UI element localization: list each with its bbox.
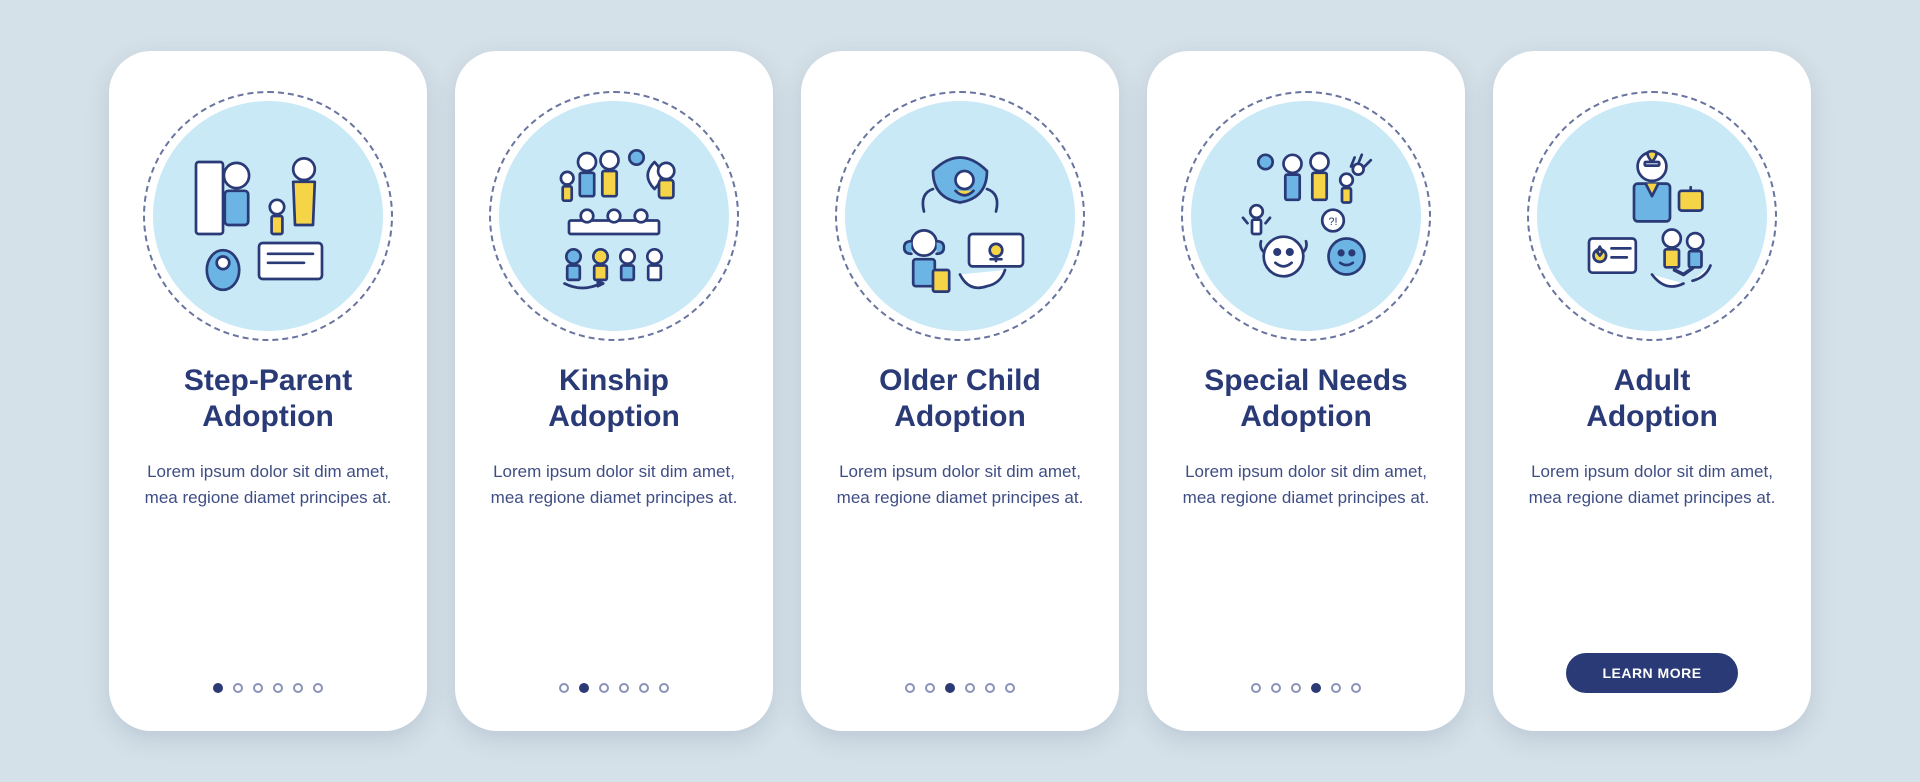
pagination-dot[interactable] xyxy=(905,683,915,693)
pagination-dot[interactable] xyxy=(313,683,323,693)
pagination-dots xyxy=(1251,683,1361,693)
pagination-dot[interactable] xyxy=(659,683,669,693)
card-footer xyxy=(831,683,1089,693)
onboarding-card: Kinship Adoption Lorem ipsum dolor sit di… xyxy=(455,51,773,731)
pagination-dot[interactable] xyxy=(599,683,609,693)
card-description: Lorem ipsum dolor sit dim amet, mea regi… xyxy=(1523,459,1781,510)
card-description: Lorem ipsum dolor sit dim amet, mea regi… xyxy=(1177,459,1435,510)
pagination-dot[interactable] xyxy=(293,683,303,693)
card-footer xyxy=(485,683,743,693)
onboarding-card: Step-Parent Adoption Lorem ipsum dolor si… xyxy=(109,51,427,731)
card-title: Special Needs Adoption xyxy=(1204,363,1407,435)
learn-more-button[interactable]: LEARN MORE xyxy=(1566,653,1737,693)
pagination-dot[interactable] xyxy=(965,683,975,693)
onboarding-card: ?! Special Needs Adoption Lorem ipsum dol… xyxy=(1147,51,1465,731)
card-title: Older Child Adoption xyxy=(879,363,1041,435)
pagination-dot[interactable] xyxy=(1291,683,1301,693)
svg-text:?!: ?! xyxy=(1329,216,1338,228)
pagination-dot[interactable] xyxy=(253,683,263,693)
card-footer xyxy=(139,683,397,693)
step-parent-icon xyxy=(153,101,383,331)
pagination-dot[interactable] xyxy=(579,683,589,693)
pagination-dot[interactable] xyxy=(1311,683,1321,693)
pagination-dot[interactable] xyxy=(1271,683,1281,693)
special-needs-icon: ?! xyxy=(1191,101,1421,331)
cards-container: Step-Parent Adoption Lorem ipsum dolor si… xyxy=(109,51,1811,731)
pagination-dot[interactable] xyxy=(1005,683,1015,693)
older-child-icon xyxy=(845,101,1075,331)
pagination-dot[interactable] xyxy=(925,683,935,693)
pagination-dot[interactable] xyxy=(639,683,649,693)
card-footer xyxy=(1177,683,1435,693)
pagination-dot[interactable] xyxy=(233,683,243,693)
card-description: Lorem ipsum dolor sit dim amet, mea regi… xyxy=(139,459,397,510)
kinship-icon xyxy=(499,101,729,331)
adult-adoption-icon xyxy=(1537,101,1767,331)
card-footer: LEARN MORE xyxy=(1523,653,1781,693)
card-title: Kinship Adoption xyxy=(548,363,680,435)
pagination-dot[interactable] xyxy=(273,683,283,693)
card-title: Step-Parent Adoption xyxy=(184,363,352,435)
card-title: Adult Adoption xyxy=(1586,363,1718,435)
card-description: Lorem ipsum dolor sit dim amet, mea regi… xyxy=(831,459,1089,510)
pagination-dots xyxy=(905,683,1015,693)
onboarding-card: Older Child Adoption Lorem ipsum dolor si… xyxy=(801,51,1119,731)
pagination-dot[interactable] xyxy=(559,683,569,693)
pagination-dot[interactable] xyxy=(619,683,629,693)
onboarding-card: Adult Adoption Lorem ipsum dolor sit dim … xyxy=(1493,51,1811,731)
pagination-dots xyxy=(213,683,323,693)
pagination-dot[interactable] xyxy=(213,683,223,693)
card-description: Lorem ipsum dolor sit dim amet, mea regi… xyxy=(485,459,743,510)
pagination-dot[interactable] xyxy=(985,683,995,693)
pagination-dot[interactable] xyxy=(1251,683,1261,693)
pagination-dot[interactable] xyxy=(1351,683,1361,693)
pagination-dot[interactable] xyxy=(1331,683,1341,693)
pagination-dot[interactable] xyxy=(945,683,955,693)
pagination-dots xyxy=(559,683,669,693)
